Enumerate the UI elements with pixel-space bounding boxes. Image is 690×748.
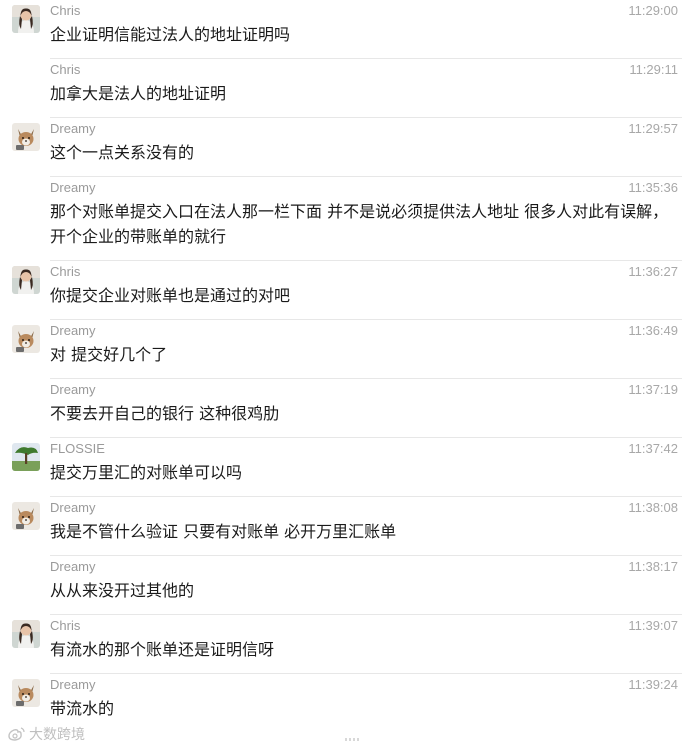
message-item: Chris 11:39:07 有流水的那个账单还是证明信呀: [0, 615, 690, 674]
message-text: 带流水的: [50, 699, 115, 718]
message-text: 对 提交好几个了: [50, 345, 168, 364]
message-text: 我是不管什么验证 只要有对账单 必开万里汇账单: [50, 522, 397, 541]
message-time: 11:37:42: [628, 441, 678, 456]
message-item: Dreamy 11:38:17 从从来没开过其他的: [0, 556, 690, 615]
sender-name: Dreamy: [50, 382, 96, 397]
avatar[interactable]: [12, 502, 40, 530]
page-indicator-dots: [345, 738, 359, 741]
message-time: 11:39:24: [628, 677, 678, 692]
message-time: 11:38:17: [628, 559, 678, 574]
message-item: Chris 11:29:00 企业证明信能过法人的地址证明吗: [0, 0, 690, 59]
message-text: 那个对账单提交入口在法人那一栏下面 并不是说必须提供法人地址 很多人对此有误解，…: [50, 202, 669, 246]
message-item: Dreamy 11:39:24 带流水的: [0, 674, 690, 733]
sender-name: Dreamy: [50, 559, 96, 574]
avatar[interactable]: [12, 679, 40, 707]
message-item: FLOSSIE 11:37:42 提交万里汇的对账单可以吗: [0, 438, 690, 497]
watermark: 大数跨境: [6, 724, 85, 744]
message-item: Dreamy 11:36:49 对 提交好几个了: [0, 320, 690, 379]
avatar[interactable]: [12, 443, 40, 471]
message-time: 11:39:07: [628, 618, 678, 633]
message-time: 11:29:00: [628, 3, 678, 18]
message-time: 11:36:27: [628, 264, 678, 279]
message-item: Dreamy 11:38:08 我是不管什么验证 只要有对账单 必开万里汇账单: [0, 497, 690, 556]
message-text: 加拿大是法人的地址证明: [50, 84, 227, 103]
sender-name: Chris: [50, 3, 81, 18]
message-time: 11:29:11: [629, 62, 678, 77]
avatar[interactable]: [12, 325, 40, 353]
sender-name: FLOSSIE: [50, 441, 105, 456]
sender-name: Dreamy: [50, 121, 96, 136]
avatar[interactable]: [12, 620, 40, 648]
avatar[interactable]: [12, 123, 40, 151]
message-item: Chris 11:36:27 你提交企业对账单也是通过的对吧: [0, 261, 690, 320]
watermark-text: 大数跨境: [29, 726, 85, 742]
sender-name: Chris: [50, 618, 81, 633]
message-text: 这个一点关系没有的: [50, 143, 195, 162]
message-item: Dreamy 11:37:19 不要去开自己的银行 这种很鸡肋: [0, 379, 690, 438]
message-item: Chris 11:29:11 加拿大是法人的地址证明: [0, 59, 690, 118]
message-time: 11:35:36: [628, 180, 678, 195]
message-text: 企业证明信能过法人的地址证明吗: [50, 25, 291, 44]
message-text: 不要去开自己的银行 这种很鸡肋: [50, 404, 280, 423]
sender-name: Dreamy: [50, 500, 96, 515]
message-time: 11:37:19: [628, 382, 678, 397]
weibo-logo-icon: [8, 727, 25, 741]
avatar[interactable]: [12, 5, 40, 33]
message-time: 11:29:57: [628, 121, 678, 136]
message-text: 提交万里汇的对账单可以吗: [50, 463, 243, 482]
message-item: Dreamy 11:35:36 那个对账单提交入口在法人那一栏下面 并不是说必须…: [0, 177, 690, 261]
chat-message-list: Chris 11:29:00 企业证明信能过法人的地址证明吗 Chris 11:…: [0, 0, 690, 733]
message-text: 有流水的那个账单还是证明信呀: [50, 640, 275, 659]
message-text: 从从来没开过其他的: [50, 581, 195, 600]
sender-name: Dreamy: [50, 677, 96, 692]
sender-name: Chris: [50, 62, 81, 77]
sender-name: Chris: [50, 264, 81, 279]
sender-name: Dreamy: [50, 323, 96, 338]
message-time: 11:38:08: [628, 500, 678, 515]
message-text: 你提交企业对账单也是通过的对吧: [50, 286, 291, 305]
sender-name: Dreamy: [50, 180, 96, 195]
message-time: 11:36:49: [628, 323, 678, 338]
avatar[interactable]: [12, 266, 40, 294]
message-item: Dreamy 11:29:57 这个一点关系没有的: [0, 118, 690, 177]
